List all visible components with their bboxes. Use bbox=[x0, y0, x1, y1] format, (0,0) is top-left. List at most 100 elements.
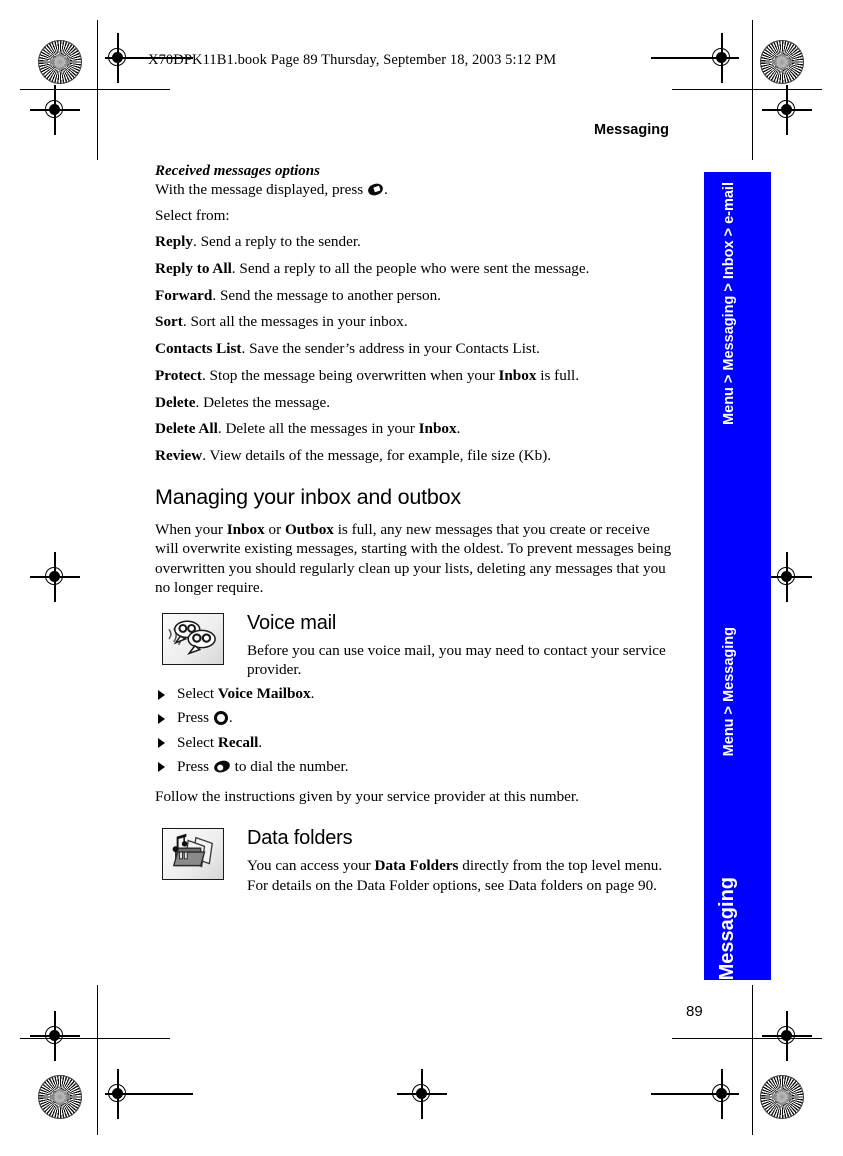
body-bold: Data Folders bbox=[374, 857, 459, 875]
option-term: Protect bbox=[155, 366, 202, 384]
para-bold-outbox: Outbox bbox=[284, 521, 334, 539]
nav-sidebar: Menu > Messaging > Inbox > e-mail Menu >… bbox=[704, 172, 771, 980]
sidebar-breadcrumb-inbox-email: Menu > Messaging > Inbox > e-mail bbox=[721, 182, 737, 425]
page-number: 89 bbox=[686, 1003, 703, 1020]
option-desc: . Sort all the messages in your inbox. bbox=[182, 313, 408, 331]
registration-target-upper-left-edge bbox=[30, 85, 80, 135]
registration-target-top-right bbox=[651, 33, 739, 83]
registration-target-upper-right-edge bbox=[762, 85, 812, 135]
data-folders-title: Data folders bbox=[247, 827, 353, 850]
option-term: Forward bbox=[155, 286, 213, 304]
registration-target-lower-right-edge bbox=[762, 1011, 812, 1061]
folder-music-icon bbox=[162, 828, 224, 881]
trim-line-bottom-left bbox=[20, 1038, 170, 1039]
sidebar-breadcrumb-messaging: Menu > Messaging bbox=[721, 627, 737, 757]
registration-target-top-left bbox=[101, 33, 193, 83]
step-select-recall: Select Recall. bbox=[155, 734, 675, 753]
option-term: Contacts List bbox=[155, 340, 242, 358]
option-protect: Protect. Stop the message being overwrit… bbox=[155, 367, 675, 385]
option-term: Delete bbox=[155, 393, 196, 411]
registration-target-mid-left-edge bbox=[30, 552, 80, 602]
para-part-1: When your bbox=[155, 521, 227, 539]
option-desc: . Send the message to another person. bbox=[212, 286, 441, 304]
step-bold: Voice Mailbox bbox=[217, 685, 311, 703]
trim-line-left-lower bbox=[97, 985, 98, 1135]
option-reply: Reply. Send a reply to the sender. bbox=[155, 233, 675, 251]
call-key-icon bbox=[212, 758, 232, 774]
option-desc: . View details of the message, for examp… bbox=[202, 447, 552, 465]
voice-mail-steps: Select Voice Mailbox. Press . Select Rec… bbox=[155, 685, 675, 776]
option-desc-post: is full. bbox=[536, 366, 580, 384]
registration-starburst-top-left bbox=[38, 40, 82, 84]
bullet-triangle-icon bbox=[158, 762, 165, 773]
option-delete: Delete. Deletes the message. bbox=[155, 394, 675, 412]
option-desc-post: . bbox=[456, 420, 461, 438]
bullet-triangle-icon bbox=[158, 689, 165, 700]
option-forward: Forward. Send the message to another per… bbox=[155, 287, 675, 305]
registration-target-mid-right-edge bbox=[762, 552, 812, 602]
step-post: to dial the number. bbox=[230, 757, 349, 775]
option-desc: . Send a reply to all the people who wer… bbox=[231, 260, 590, 277]
intro-text-before-key: With the message displayed, press bbox=[155, 180, 364, 198]
option-contacts-list: Contacts List. Save the sender’s address… bbox=[155, 340, 675, 358]
intro-text-after-key: . bbox=[383, 180, 388, 198]
voice-mail-title: Voice mail bbox=[247, 611, 337, 634]
speech-bubbles-icon bbox=[162, 612, 224, 665]
book-file-info: X70DPK11B1.book Page 89 Thursday, Septem… bbox=[148, 52, 557, 68]
option-reply-to-all: Reply to All. Send a reply to all the pe… bbox=[155, 260, 675, 278]
step-bold: Recall bbox=[217, 733, 259, 751]
registration-target-bottom-left bbox=[101, 1069, 193, 1119]
step-pre: Select bbox=[177, 733, 218, 751]
step-press-navigation-key: Press . bbox=[155, 709, 675, 728]
voice-mail-section: Voice mail Before you can use voice mail… bbox=[155, 611, 675, 680]
step-pre: Press bbox=[177, 757, 213, 775]
sidebar-chapter-title: Messaging bbox=[716, 877, 738, 981]
option-term: Sort bbox=[155, 313, 183, 331]
step-post: . bbox=[258, 733, 263, 751]
option-desc-pre: . Stop the message being overwritten whe… bbox=[201, 366, 499, 384]
data-folders-body: You can access your Data Folders directl… bbox=[247, 856, 675, 895]
registration-target-lower-left-edge bbox=[30, 1011, 80, 1061]
trim-line-right-upper bbox=[752, 20, 753, 160]
step-post: . bbox=[228, 709, 233, 727]
option-term: Reply to All bbox=[155, 260, 232, 277]
subsection-heading: Received messages options bbox=[155, 163, 320, 179]
registration-starburst-bottom-left bbox=[38, 1075, 82, 1119]
option-delete-all: Delete All. Delete all the messages in y… bbox=[155, 420, 675, 438]
option-term: Reply bbox=[155, 233, 193, 251]
navigation-key-icon bbox=[213, 711, 228, 726]
voice-mail-body: Before you can use voice mail, you may n… bbox=[247, 641, 666, 679]
select-from-label: Select from: bbox=[155, 206, 230, 224]
step-pre: Press bbox=[177, 709, 213, 727]
option-desc: . Save the sender’s address in your Cont… bbox=[241, 340, 540, 358]
intro-instruction: With the message displayed, press . bbox=[155, 181, 675, 199]
voice-mail-text: Voice mail Before you can use voice mail… bbox=[247, 611, 675, 680]
registration-starburst-bottom-right bbox=[760, 1075, 804, 1119]
option-term: Delete All bbox=[155, 420, 218, 438]
registration-starburst-top-right bbox=[760, 40, 804, 84]
para-bold-inbox: Inbox bbox=[226, 521, 265, 539]
trim-line-left-upper bbox=[97, 20, 98, 160]
trim-line-bottom-right bbox=[672, 1038, 822, 1039]
page-content: Received messages options With the messa… bbox=[155, 163, 675, 895]
bullet-triangle-icon bbox=[158, 713, 165, 724]
body-pre: You can access your bbox=[247, 857, 375, 875]
option-sort: Sort. Sort all the messages in your inbo… bbox=[155, 313, 675, 331]
section-heading-managing-inbox-outbox: Managing your inbox and outbox bbox=[155, 485, 461, 510]
option-review: Review. View details of the message, for… bbox=[155, 447, 675, 465]
menu-key-icon bbox=[366, 181, 385, 197]
step-post: . bbox=[310, 685, 315, 703]
registration-target-bottom-right bbox=[651, 1069, 739, 1119]
option-term: Review bbox=[155, 447, 203, 465]
trim-line-right-lower bbox=[752, 985, 753, 1135]
voice-mail-follow-up: Follow the instructions given by your se… bbox=[155, 788, 579, 806]
section-paragraph: When your Inbox or Outbox is full, any n… bbox=[155, 520, 675, 598]
trim-line-top-right bbox=[672, 89, 822, 90]
step-press-call-key: Press to dial the number. bbox=[155, 758, 675, 777]
option-desc-pre: . Delete all the messages in your bbox=[217, 420, 419, 438]
trim-line-top-left bbox=[20, 89, 170, 90]
bullet-triangle-icon bbox=[158, 738, 165, 749]
page-title: Messaging bbox=[594, 122, 669, 138]
step-select-voice-mailbox: Select Voice Mailbox. bbox=[155, 685, 675, 704]
option-desc-bold: Inbox bbox=[418, 420, 457, 438]
